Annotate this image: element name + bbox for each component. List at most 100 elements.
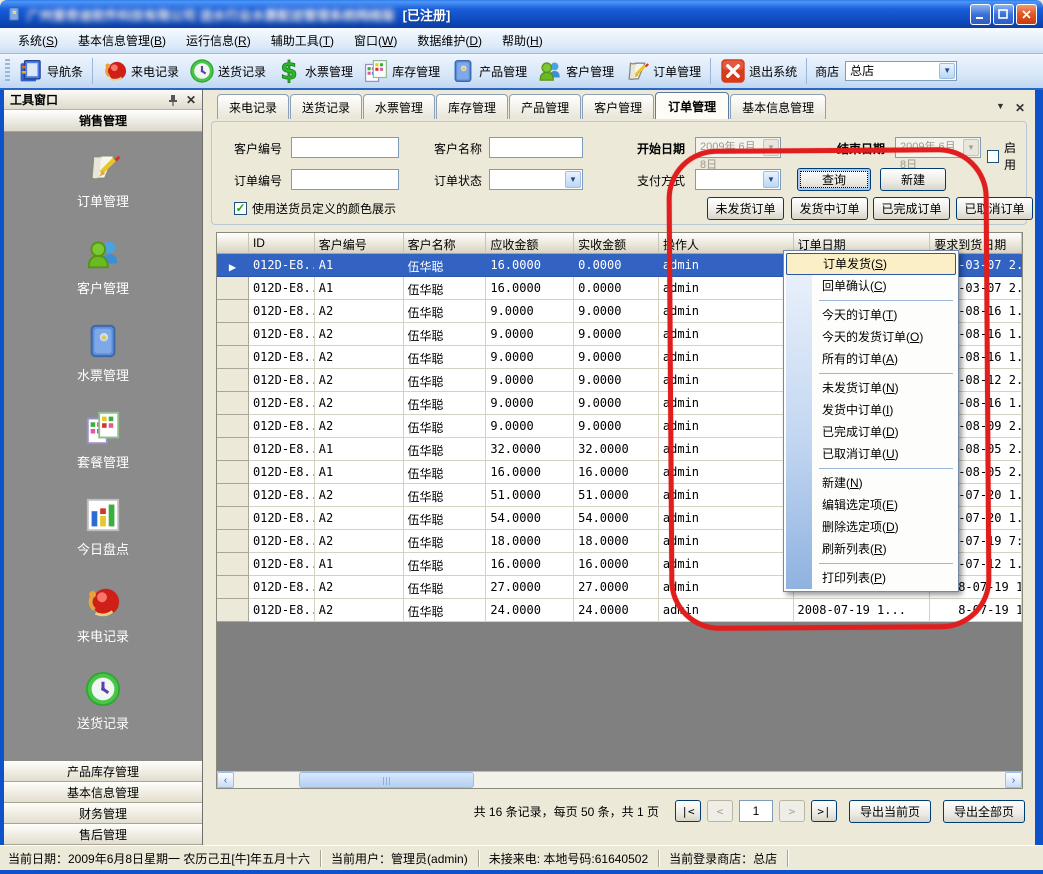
context-menu-item-已完成订单(D)[interactable]: 已完成订单(D)	[786, 421, 956, 443]
row-selector[interactable]	[217, 438, 249, 461]
row-selector[interactable]	[217, 415, 249, 438]
tab-客户管理[interactable]: 客户管理	[582, 94, 654, 119]
tab-基本信息管理[interactable]: 基本信息管理	[730, 94, 826, 119]
sidebar-group-产品库存管理[interactable]: 产品库存管理	[4, 761, 202, 782]
toolbar-button[interactable]: 库存管理	[358, 56, 445, 86]
tab-来电记录[interactable]: 来电记录	[217, 94, 289, 119]
close-button[interactable]	[1016, 4, 1037, 25]
row-selector[interactable]	[217, 461, 249, 484]
context-menu-item-未发货订单(N)[interactable]: 未发货订单(N)	[786, 377, 956, 399]
sidebar-item-客户管理[interactable]: 客户管理	[77, 235, 129, 297]
row-selector[interactable]	[217, 576, 249, 599]
start-date-picker[interactable]: 2009年 6月 8日▼	[695, 137, 781, 158]
toolbar-button[interactable]: 退出系统	[715, 56, 802, 86]
tab-list-dropdown-icon[interactable]: ▼	[996, 101, 1005, 115]
next-page-button[interactable]: >	[779, 800, 805, 822]
column-header-实收金额[interactable]: 实收金额	[574, 233, 659, 254]
tab-close-icon[interactable]: ✕	[1015, 101, 1025, 115]
toolbar-button[interactable]: 来电记录	[97, 56, 184, 86]
customer-no-input[interactable]	[291, 137, 399, 158]
status-filter-button-发货中订单[interactable]: 发货中订单	[791, 197, 868, 220]
menubar-item[interactable]: 系统(S)	[8, 29, 68, 52]
order-status-select[interactable]: ▼	[489, 169, 583, 190]
row-selector[interactable]: ▶	[217, 254, 249, 277]
customer-name-input[interactable]	[489, 137, 583, 158]
export-current-page-button[interactable]: 导出当前页	[849, 800, 931, 823]
column-header-客户名称[interactable]: 客户名称	[404, 233, 487, 254]
status-filter-button-已完成订单[interactable]: 已完成订单	[873, 197, 950, 220]
row-selector[interactable]	[217, 507, 249, 530]
column-header-应收金额[interactable]: 应收金额	[486, 233, 574, 254]
sidebar-item-订单管理[interactable]: 订单管理	[77, 148, 129, 210]
row-selector[interactable]	[217, 300, 249, 323]
row-selector[interactable]	[217, 369, 249, 392]
context-menu-item-新建(N)[interactable]: 新建(N)	[786, 472, 956, 494]
new-button[interactable]: 新建	[880, 168, 946, 191]
row-selector[interactable]	[217, 553, 249, 576]
end-date-picker[interactable]: 2009年 6月 8日▼	[895, 137, 981, 158]
context-menu-item-发货中订单(I)[interactable]: 发货中订单(I)	[786, 399, 956, 421]
prev-page-button[interactable]: <	[707, 800, 733, 822]
first-page-button[interactable]: |<	[675, 800, 701, 822]
menubar-item[interactable]: 帮助(H)	[492, 29, 553, 52]
maximize-button[interactable]	[993, 4, 1014, 25]
row-selector[interactable]	[217, 392, 249, 415]
scroll-right-icon[interactable]: ›	[1005, 772, 1022, 788]
context-menu-item-所有的订单(A)[interactable]: 所有的订单(A)	[786, 348, 956, 370]
context-menu-item-编辑选定项(E)[interactable]: 编辑选定项(E)	[786, 494, 956, 516]
context-menu-item-订单发货(S)[interactable]: 订单发货(S)	[786, 253, 956, 275]
context-menu-item-打印列表(P)[interactable]: 打印列表(P)	[786, 567, 956, 589]
page-number-input[interactable]	[739, 800, 773, 822]
order-no-input[interactable]	[291, 169, 399, 190]
tab-库存管理[interactable]: 库存管理	[436, 94, 508, 119]
tab-产品管理[interactable]: 产品管理	[509, 94, 581, 119]
tab-水票管理[interactable]: 水票管理	[363, 94, 435, 119]
toolbar-button[interactable]: $水票管理	[271, 56, 358, 86]
toolbar-grip[interactable]	[5, 59, 10, 83]
context-menu-item-今天的订单(T)[interactable]: 今天的订单(T)	[786, 304, 956, 326]
sidebar-section-sales[interactable]: 销售管理	[4, 110, 202, 132]
sidebar-group-财务管理[interactable]: 财务管理	[4, 803, 202, 824]
sidebar-item-来电记录[interactable]: 来电记录	[77, 583, 129, 645]
row-selector[interactable]	[217, 484, 249, 507]
context-menu-item-删除选定项(D)[interactable]: 删除选定项(D)	[786, 516, 956, 538]
sidebar-group-基本信息管理[interactable]: 基本信息管理	[4, 782, 202, 803]
query-button[interactable]: 查询	[797, 168, 871, 191]
menubar-item[interactable]: 窗口(W)	[344, 29, 407, 52]
tab-送货记录[interactable]: 送货记录	[290, 94, 362, 119]
minimize-button[interactable]	[970, 4, 991, 25]
column-header-ID[interactable]: ID	[249, 233, 315, 254]
horizontal-scrollbar[interactable]: ‹ ›	[217, 771, 1022, 788]
sidebar-group-售后管理[interactable]: 售后管理	[4, 824, 202, 845]
sidebar-item-套餐管理[interactable]: 套餐管理	[77, 409, 129, 471]
row-selector[interactable]	[217, 530, 249, 553]
toolbar-button[interactable]: 订单管理	[619, 56, 706, 86]
context-menu-item-已取消订单(U)[interactable]: 已取消订单(U)	[786, 443, 956, 465]
last-page-button[interactable]: >|	[811, 800, 837, 822]
enable-checkbox[interactable]: 启用	[987, 139, 1026, 173]
table-row[interactable]: 012D-E8...A2伍华聪24.000024.0000admin2008-0…	[217, 599, 1022, 622]
tab-订单管理[interactable]: 订单管理	[655, 92, 729, 119]
pin-icon[interactable]	[168, 94, 178, 106]
toolbar-button[interactable]: 客户管理	[532, 56, 619, 86]
row-selector[interactable]	[217, 346, 249, 369]
pay-method-select[interactable]: ▼	[695, 169, 781, 190]
export-all-pages-button[interactable]: 导出全部页	[943, 800, 1025, 823]
row-selector[interactable]	[217, 277, 249, 300]
sidebar-item-今日盘点[interactable]: 今日盘点	[77, 496, 129, 558]
toolbar-button[interactable]: 导航条	[13, 56, 88, 86]
delivery-color-checkbox[interactable]: 使用送货员定义的颜色展示	[234, 200, 396, 217]
menubar-item[interactable]: 辅助工具(T)	[261, 29, 344, 52]
toolbar-button[interactable]: 送货记录	[184, 56, 271, 86]
row-selector[interactable]	[217, 323, 249, 346]
context-menu-item-今天的发货订单(O)[interactable]: 今天的发货订单(O)	[786, 326, 956, 348]
sidebar-item-水票管理[interactable]: 水票管理	[77, 322, 129, 384]
sidebar-item-送货记录[interactable]: 送货记录	[77, 670, 129, 732]
column-header-操作人[interactable]: 操作人	[659, 233, 794, 254]
column-header-客户编号[interactable]: 客户编号	[315, 233, 404, 254]
tool-window-close-icon[interactable]: ✕	[186, 93, 196, 107]
context-menu-item-回单确认(C)[interactable]: 回单确认(C)	[786, 275, 956, 297]
menubar-item[interactable]: 运行信息(R)	[176, 29, 261, 52]
status-filter-button-已取消订单[interactable]: 已取消订单	[956, 197, 1033, 220]
toolbar-button[interactable]: 产品管理	[445, 56, 532, 86]
